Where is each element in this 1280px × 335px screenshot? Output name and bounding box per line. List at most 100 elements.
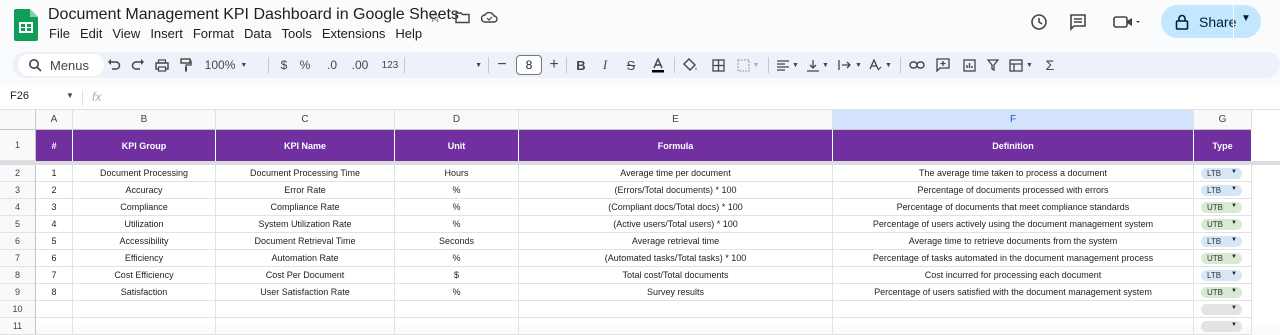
- table-cell[interactable]: [216, 301, 395, 318]
- column-header-d[interactable]: D: [395, 110, 519, 130]
- meet-icon[interactable]: [1110, 11, 1142, 33]
- table-cell[interactable]: 6: [36, 250, 73, 267]
- currency-format-button[interactable]: $: [276, 52, 292, 78]
- table-cell[interactable]: [73, 318, 216, 335]
- table-cell[interactable]: Average time to retrieve documents from …: [833, 233, 1194, 250]
- filter-views-icon[interactable]: ▼: [1006, 52, 1036, 78]
- table-cell[interactable]: %: [395, 199, 519, 216]
- menu-data[interactable]: Data: [244, 26, 276, 41]
- menus-search[interactable]: Menus: [18, 54, 104, 76]
- row-header-1[interactable]: 1: [0, 130, 36, 161]
- decrease-decimal-button[interactable]: .0: [322, 52, 342, 78]
- insert-link-icon[interactable]: [906, 52, 928, 78]
- table-cell[interactable]: 4: [36, 216, 73, 233]
- header-cell[interactable]: Unit: [395, 130, 519, 161]
- menu-edit[interactable]: Edit: [80, 26, 107, 41]
- table-cell[interactable]: %: [395, 216, 519, 233]
- table-cell[interactable]: Accuracy: [73, 182, 216, 199]
- spreadsheet-grid[interactable]: ABCDEFG 1 2 3 4 5 6 7 8 9 10 11 # KPI Group KPI Name…: [0, 110, 1280, 335]
- table-cell[interactable]: 8: [36, 284, 73, 301]
- select-all-corner[interactable]: [0, 110, 36, 130]
- column-header-a[interactable]: A: [36, 110, 73, 130]
- column-header-g[interactable]: G: [1194, 110, 1252, 130]
- text-wrapping-icon[interactable]: ▼: [836, 52, 864, 78]
- comments-icon[interactable]: [1067, 11, 1089, 33]
- row-header-4[interactable]: 4: [0, 199, 36, 216]
- star-icon[interactable]: ☆: [426, 8, 444, 26]
- header-cell[interactable]: KPI Name: [216, 130, 395, 161]
- menu-file[interactable]: File: [49, 26, 75, 41]
- table-cell[interactable]: User Satisfaction Rate: [216, 284, 395, 301]
- menu-view[interactable]: View: [112, 26, 145, 41]
- table-cell[interactable]: [73, 301, 216, 318]
- table-cell[interactable]: Survey results: [519, 284, 833, 301]
- table-cell[interactable]: Cost Efficiency: [73, 267, 216, 284]
- merge-cells-icon[interactable]: ▼: [734, 52, 762, 78]
- table-cell[interactable]: Hours: [395, 165, 519, 182]
- table-cell[interactable]: Satisfaction: [73, 284, 216, 301]
- table-cell[interactable]: Cost Per Document: [216, 267, 395, 284]
- column-header-b[interactable]: B: [73, 110, 216, 130]
- table-cell[interactable]: ▼: [1194, 301, 1252, 318]
- table-cell[interactable]: System Utilization Rate: [216, 216, 395, 233]
- table-cell[interactable]: $: [395, 267, 519, 284]
- menu-extensions[interactable]: Extensions: [322, 26, 391, 41]
- table-cell[interactable]: Percentage of documents that meet compli…: [833, 199, 1194, 216]
- italic-icon[interactable]: I: [596, 52, 614, 78]
- table-cell[interactable]: UTB ▼: [1194, 199, 1252, 216]
- insert-comment-icon[interactable]: [932, 52, 954, 78]
- table-cell[interactable]: Document Retrieval Time: [216, 233, 395, 250]
- table-cell[interactable]: [36, 318, 73, 335]
- menu-tools[interactable]: Tools: [281, 26, 316, 41]
- table-cell[interactable]: (Errors/Total documents) * 100: [519, 182, 833, 199]
- header-cell[interactable]: Definition: [833, 130, 1194, 161]
- table-cell[interactable]: [833, 301, 1194, 318]
- table-cell[interactable]: (Active users/Total users) * 100: [519, 216, 833, 233]
- row-header-2[interactable]: 2: [0, 165, 36, 182]
- row-header-7[interactable]: 7: [0, 250, 36, 267]
- row-header-11[interactable]: 11: [0, 318, 36, 335]
- zoom-select[interactable]: 100% ▼: [202, 52, 250, 78]
- menu-format[interactable]: Format: [193, 26, 239, 41]
- table-cell[interactable]: 2: [36, 182, 73, 199]
- vertical-align-icon[interactable]: ▼: [804, 52, 832, 78]
- row-header-6[interactable]: 6: [0, 233, 36, 250]
- table-cell[interactable]: Percentage of users actively using the d…: [833, 216, 1194, 233]
- row-header-9[interactable]: 9: [0, 284, 36, 301]
- table-cell[interactable]: Cost incurred for processing each docume…: [833, 267, 1194, 284]
- table-cell[interactable]: Average retrieval time: [519, 233, 833, 250]
- horizontal-align-icon[interactable]: ▼: [774, 52, 802, 78]
- print-icon[interactable]: [152, 52, 172, 78]
- decrease-font-size-button[interactable]: −: [494, 52, 510, 78]
- share-options-chevron-icon[interactable]: ▼: [1241, 13, 1251, 24]
- table-cell[interactable]: [395, 301, 519, 318]
- table-cell[interactable]: (Compliant docs/Total docs) * 100: [519, 199, 833, 216]
- table-cell[interactable]: Percentage of tasks automated in the doc…: [833, 250, 1194, 267]
- table-cell[interactable]: Document Processing: [73, 165, 216, 182]
- fill-color-icon[interactable]: [680, 52, 700, 78]
- table-cell[interactable]: (Automated tasks/Total tasks) * 100: [519, 250, 833, 267]
- table-cell[interactable]: Error Rate: [216, 182, 395, 199]
- redo-icon[interactable]: [128, 52, 148, 78]
- type-dropdown-chip[interactable]: LTB ▼: [1201, 270, 1242, 281]
- table-cell[interactable]: %: [395, 284, 519, 301]
- table-cell[interactable]: [833, 318, 1194, 335]
- table-cell[interactable]: [395, 318, 519, 335]
- table-cell[interactable]: [36, 301, 73, 318]
- column-header-f[interactable]: F: [833, 110, 1194, 130]
- menu-help[interactable]: Help: [395, 26, 427, 41]
- table-cell[interactable]: Compliance Rate: [216, 199, 395, 216]
- table-cell[interactable]: 5: [36, 233, 73, 250]
- table-cell[interactable]: %: [395, 250, 519, 267]
- table-cell[interactable]: Percentage of users satisfied with the d…: [833, 284, 1194, 301]
- column-header-c[interactable]: C: [216, 110, 395, 130]
- table-cell[interactable]: [519, 318, 833, 335]
- row-header-3[interactable]: 3: [0, 182, 36, 199]
- paint-format-icon[interactable]: [176, 52, 196, 78]
- table-cell[interactable]: Utilization: [73, 216, 216, 233]
- row-header-10[interactable]: 10: [0, 301, 36, 318]
- table-cell[interactable]: UTB ▼: [1194, 250, 1252, 267]
- table-cell[interactable]: Document Processing Time: [216, 165, 395, 182]
- percent-format-button[interactable]: %: [296, 52, 314, 78]
- bold-icon[interactable]: B: [572, 52, 590, 78]
